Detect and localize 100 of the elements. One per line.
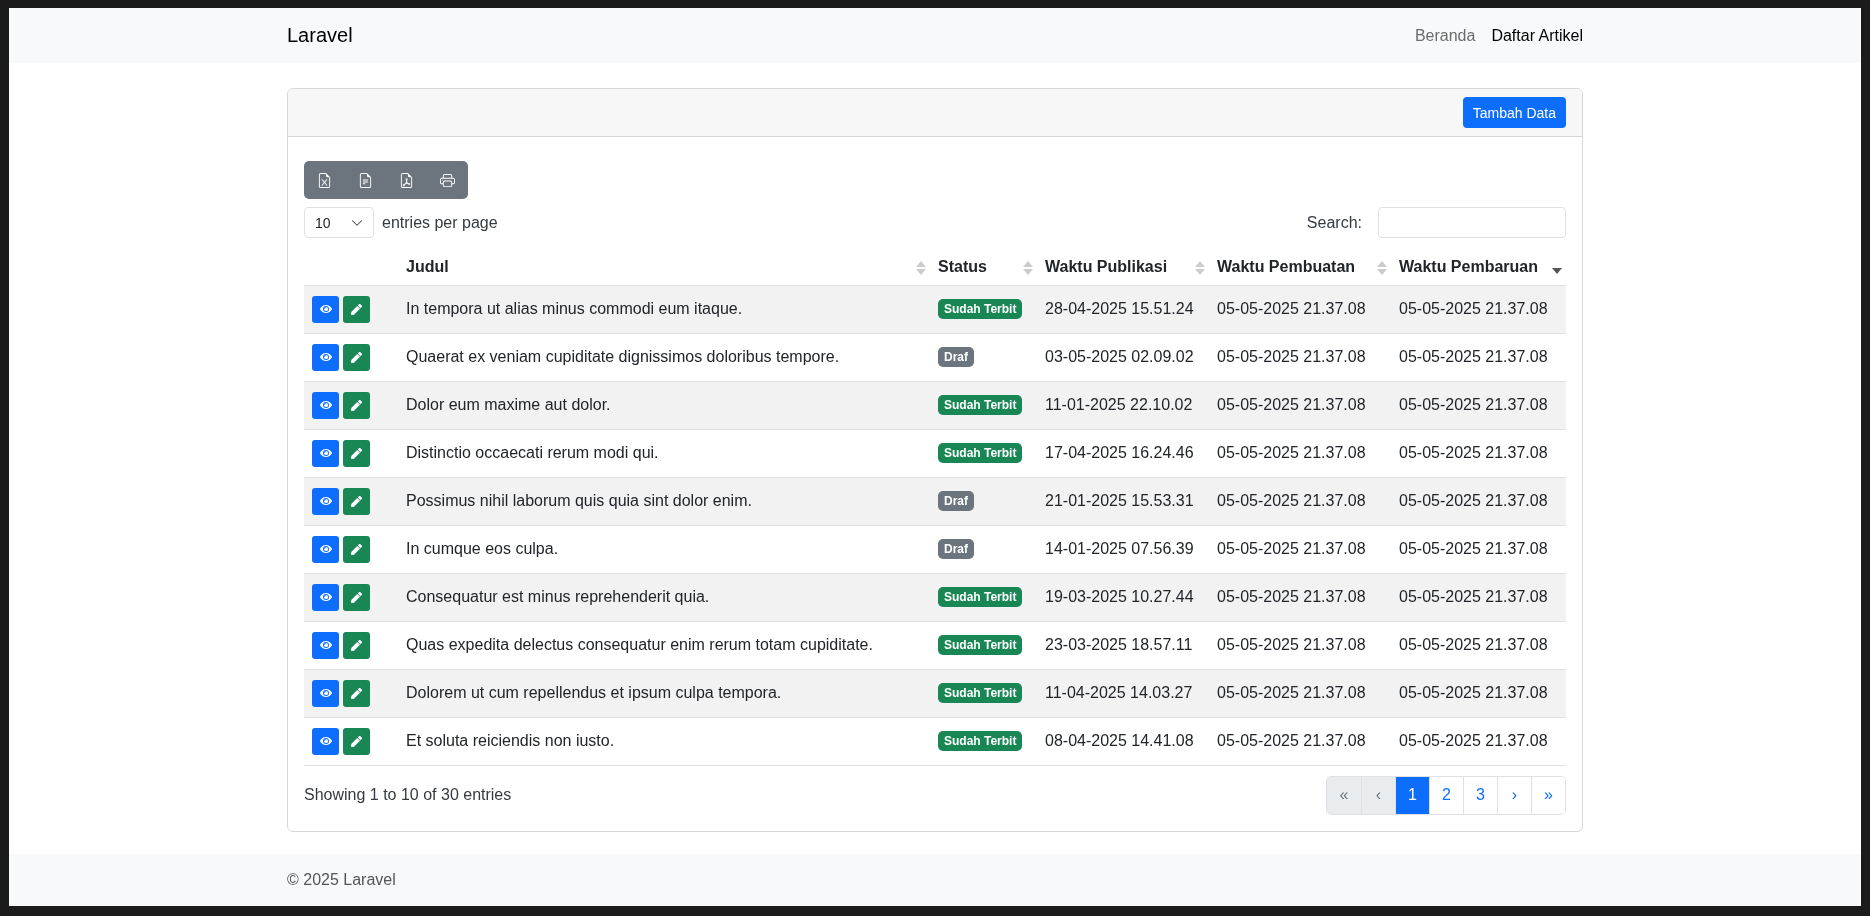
table-cell: Consequatur est minus reprehenderit quia. — [398, 573, 930, 621]
nav-link[interactable]: Daftar Artikel — [1491, 26, 1583, 45]
edit-button[interactable] — [343, 535, 370, 563]
status-badge: Draf — [938, 347, 974, 367]
add-data-button[interactable]: Tambah Data — [1462, 97, 1566, 128]
view-button[interactable] — [312, 727, 339, 755]
table-cell: 05-05-2025 21.37.08 — [1391, 381, 1566, 429]
view-button[interactable] — [312, 535, 339, 563]
eye-icon — [319, 543, 332, 555]
pencil-icon — [351, 447, 362, 459]
status-badge: Sudah Terbit — [938, 635, 1023, 655]
status-badge: Draf — [938, 539, 974, 559]
file-icon — [358, 172, 373, 188]
edit-button[interactable] — [343, 439, 370, 467]
page-button[interactable]: » — [1531, 776, 1565, 814]
view-button[interactable] — [312, 343, 339, 371]
edit-button[interactable] — [343, 583, 370, 611]
pdf-file-icon — [399, 172, 414, 188]
eye-icon — [319, 639, 332, 651]
table-cell: Quaerat ex veniam cupiditate dignissimos doloribus tempore. — [398, 333, 930, 381]
edit-button[interactable] — [343, 679, 370, 707]
view-button[interactable] — [312, 439, 339, 467]
column-header[interactable]: Waktu Pembuatan — [1209, 249, 1391, 285]
table-cell: 05-05-2025 21.37.08 — [1391, 285, 1566, 333]
pencil-icon — [351, 735, 362, 747]
eye-icon — [319, 399, 332, 411]
table-cell: 05-05-2025 21.37.08 — [1391, 525, 1566, 573]
table-cell: 28-04-2025 15.51.24 — [1037, 285, 1209, 333]
view-button[interactable] — [312, 631, 339, 659]
search-field[interactable] — [1378, 207, 1566, 238]
table-cell: 05-05-2025 21.37.08 — [1209, 333, 1391, 381]
edit-button[interactable] — [343, 391, 370, 419]
table-cell: 14-01-2025 07.56.39 — [1037, 525, 1209, 573]
edit-button[interactable] — [343, 487, 370, 515]
status-badge: Sudah Terbit — [938, 587, 1023, 607]
status-badge: Draf — [938, 491, 974, 511]
eye-icon — [319, 687, 332, 699]
status-badge: Sudah Terbit — [938, 299, 1023, 319]
view-button[interactable] — [312, 583, 339, 611]
table-cell: In cumque eos culpa. — [398, 525, 930, 573]
table-cell: 19-03-2025 10.27.44 — [1037, 573, 1209, 621]
pencil-icon — [351, 639, 362, 651]
pencil-icon — [351, 495, 362, 507]
table-cell: 05-05-2025 21.37.08 — [1209, 717, 1391, 765]
table-cell: 21-01-2025 15.53.31 — [1037, 477, 1209, 525]
eye-icon — [319, 591, 332, 603]
pencil-icon — [351, 399, 362, 411]
pencil-icon — [351, 591, 362, 603]
edit-button[interactable] — [343, 295, 370, 323]
printer-icon — [440, 172, 455, 188]
status-badge: Sudah Terbit — [938, 395, 1023, 415]
pencil-icon — [351, 687, 362, 699]
column-header[interactable]: Waktu Pembaruan — [1391, 249, 1566, 285]
table-cell: Et soluta reiciendis non iusto. — [398, 717, 930, 765]
eye-icon — [319, 303, 332, 315]
edit-button[interactable] — [343, 343, 370, 371]
table-cell: Possimus nihil laborum quis quia sint dolor enim. — [398, 477, 930, 525]
table-cell: Dolorem ut cum repellendus et ipsum culpa tempora. — [398, 669, 930, 717]
table-cell: 05-05-2025 21.37.08 — [1391, 429, 1566, 477]
view-button[interactable] — [312, 391, 339, 419]
edit-button[interactable] — [343, 727, 370, 755]
nav-link[interactable]: Beranda — [1414, 26, 1476, 45]
status-badge: Sudah Terbit — [938, 683, 1023, 703]
edit-button[interactable] — [343, 631, 370, 659]
footer-text: © 2025 Laravel — [287, 871, 396, 889]
table-cell: 05-05-2025 21.37.08 — [1209, 573, 1391, 621]
column-header[interactable]: Waktu Publikasi — [1037, 249, 1209, 285]
table-cell: 17-04-2025 16.24.46 — [1037, 429, 1209, 477]
table-cell: 05-05-2025 21.37.08 — [1391, 573, 1566, 621]
view-button[interactable] — [312, 295, 339, 323]
page-button[interactable]: 1 — [1395, 776, 1429, 814]
table-cell: 05-05-2025 21.37.08 — [1209, 669, 1391, 717]
view-button[interactable] — [312, 487, 339, 515]
table-cell: 05-05-2025 21.37.08 — [1391, 669, 1566, 717]
column-header[interactable]: Judul — [398, 249, 930, 285]
status-badge: Sudah Terbit — [938, 731, 1023, 751]
table-cell: 05-05-2025 21.37.08 — [1209, 285, 1391, 333]
status-badge: Sudah Terbit — [938, 443, 1023, 463]
pencil-icon — [351, 303, 362, 315]
eye-icon — [319, 735, 332, 747]
table-cell: 08-04-2025 14.41.08 — [1037, 717, 1209, 765]
table-cell: Distinctio occaecati rerum modi qui. — [398, 429, 930, 477]
view-button[interactable] — [312, 679, 339, 707]
table-cell: 05-05-2025 21.37.08 — [1209, 621, 1391, 669]
table-cell: Quas expedita delectus consequatur enim rerum totam cupiditate. — [398, 621, 930, 669]
table-cell: 05-05-2025 21.37.08 — [1391, 333, 1566, 381]
table-cell: 05-05-2025 21.37.08 — [1209, 477, 1391, 525]
eye-icon — [319, 351, 332, 363]
eye-icon — [319, 495, 332, 507]
brand-link[interactable]: Laravel — [287, 24, 353, 47]
table-cell: Dolor eum maxime aut dolor. — [398, 381, 930, 429]
table-cell: 05-05-2025 21.37.08 — [1391, 621, 1566, 669]
search-label: Search: — [1306, 213, 1362, 232]
column-header[interactable]: Status — [930, 249, 1037, 285]
table-cell: 05-05-2025 21.37.08 — [1391, 717, 1566, 765]
eye-icon — [319, 447, 332, 459]
per-page-select[interactable]: 10 — [304, 207, 374, 238]
spreadsheet-file-icon — [317, 172, 332, 188]
table-cell: 23-03-2025 18.57.11 — [1037, 621, 1209, 669]
table-cell: 05-05-2025 21.37.08 — [1209, 381, 1391, 429]
